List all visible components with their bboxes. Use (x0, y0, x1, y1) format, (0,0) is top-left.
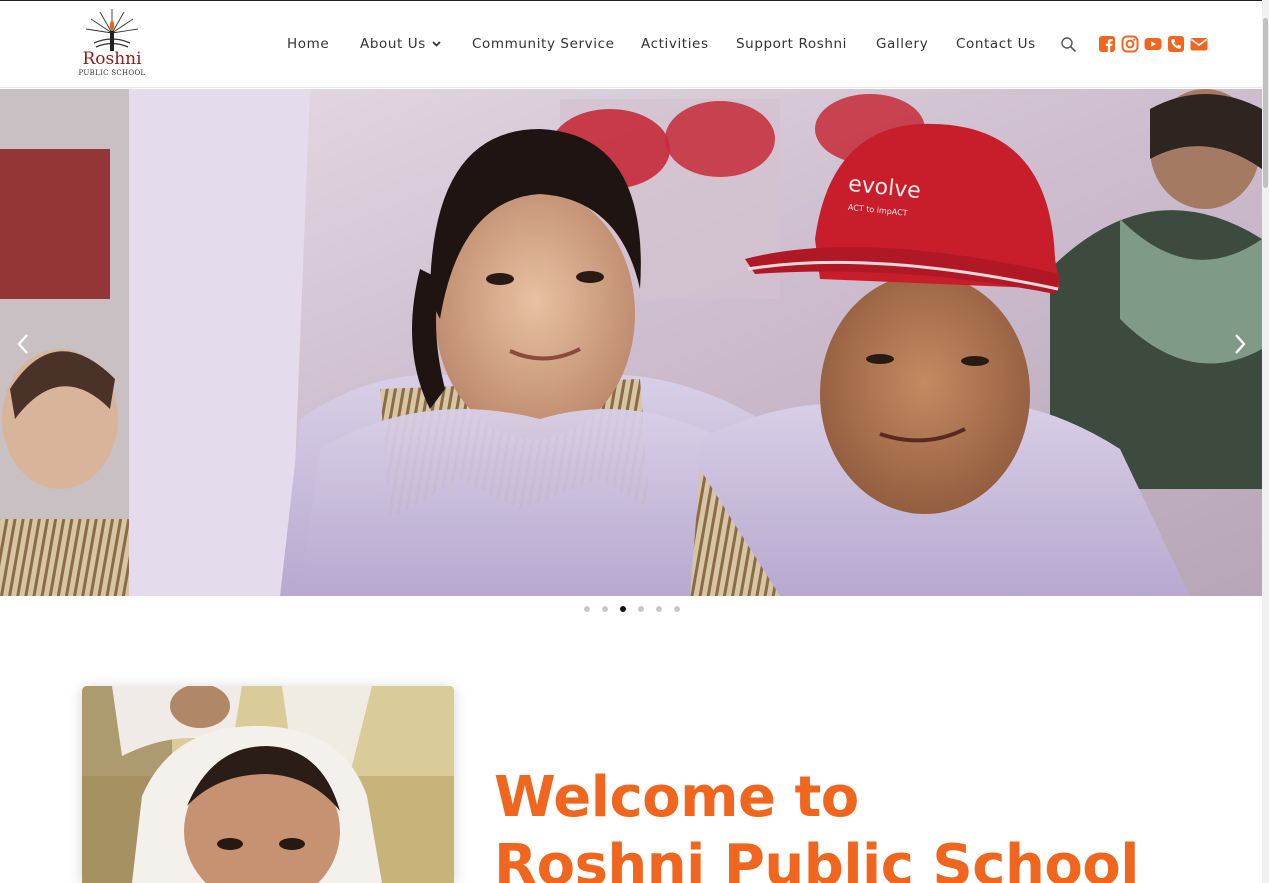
nav-home[interactable]: Home (287, 36, 329, 52)
youtube-icon[interactable] (1144, 35, 1162, 53)
slide-photo: evolve ACT to impACT (0, 89, 1262, 596)
chevron-down-icon (432, 41, 441, 47)
nav-community-service[interactable]: Community Service (472, 36, 615, 52)
nav-activities[interactable]: Activities (641, 36, 709, 52)
nav-contact-us[interactable]: Contact Us (956, 36, 1036, 52)
welcome-photo (82, 686, 454, 883)
school-logo[interactable]: Roshni PUBLIC SCHOOL (76, 7, 148, 79)
slider-prev-arrow-icon[interactable] (15, 332, 31, 356)
hero-slider[interactable]: evolve ACT to impACT (0, 89, 1262, 596)
nav-about-us[interactable]: About Us (360, 36, 441, 52)
slider-dot-1[interactable] (584, 606, 590, 612)
welcome-heading-line2: Roshni Public School (494, 833, 1139, 883)
phone-icon[interactable] (1167, 35, 1185, 53)
welcome-heading: Welcome to Roshni Public School (494, 770, 1194, 883)
logo-title: Roshni (82, 49, 142, 69)
slider-dot-4[interactable] (638, 606, 644, 612)
welcome-heading-line1: Welcome to (494, 765, 859, 830)
slider-dot-5[interactable] (656, 606, 662, 612)
nav-gallery[interactable]: Gallery (876, 36, 928, 52)
nav-about-us-label: About Us (360, 36, 426, 52)
slider-dot-6[interactable] (674, 606, 680, 612)
email-icon[interactable] (1190, 35, 1208, 53)
scrollbar-thumb[interactable] (1263, 18, 1268, 188)
student-portrait (82, 686, 454, 883)
logo-subtitle: PUBLIC SCHOOL (78, 69, 146, 77)
slider-next-arrow-icon[interactable] (1232, 332, 1248, 356)
slider-dot-2[interactable] (602, 606, 608, 612)
instagram-icon[interactable] (1121, 35, 1139, 53)
slider-dot-3[interactable] (620, 606, 626, 612)
search-icon[interactable] (1060, 36, 1078, 54)
site-header: Roshni PUBLIC SCHOOL Home About Us Commu… (0, 0, 1262, 88)
facebook-icon[interactable] (1098, 35, 1116, 53)
nav-support-roshni[interactable]: Support Roshni (736, 36, 847, 52)
lamp-logo-icon (85, 9, 139, 51)
page-scrollbar[interactable] (1262, 0, 1269, 883)
